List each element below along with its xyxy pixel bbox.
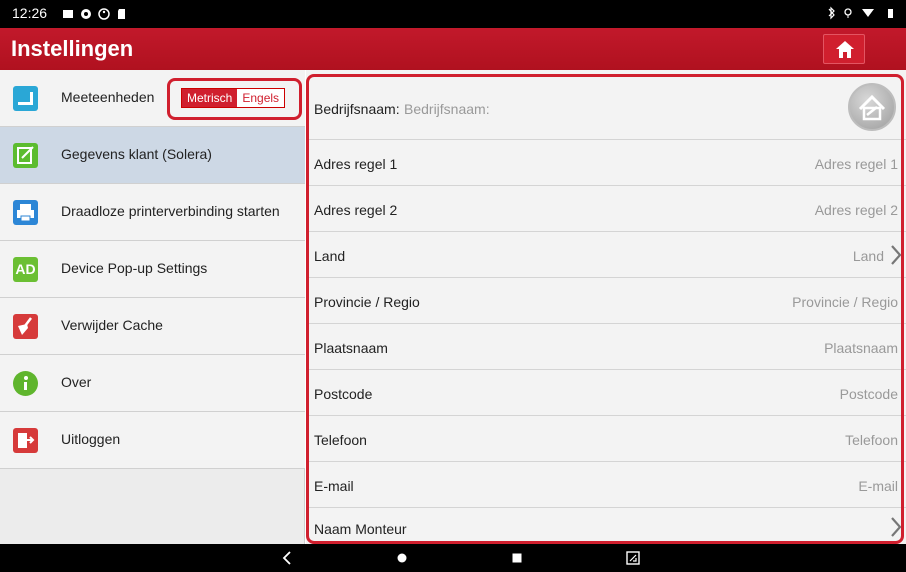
ruler-icon (13, 86, 38, 111)
bluetooth-icon (828, 6, 835, 20)
sidebar-item-customer-data[interactable]: Gegevens klant (Solera) (0, 127, 305, 184)
message-icon (62, 7, 74, 19)
wifi-icon (862, 9, 874, 17)
phone-row[interactable]: Telefoon Telefoon (306, 416, 906, 462)
edit-icon (13, 143, 38, 168)
postcode-input[interactable]: Postcode (840, 386, 898, 402)
battery-icon (888, 9, 893, 18)
company-name-row[interactable]: Bedrijfsnaam: Bedrijfsnaam: (306, 70, 906, 140)
technician-name-row[interactable]: Naam Monteur (306, 508, 906, 544)
sidebar-item-label: Device Pop-up Settings (61, 260, 208, 276)
info-icon (13, 371, 38, 396)
sidebar-item-label: Draadloze printerverbinding starten (61, 203, 280, 219)
postcode-label: Postcode (314, 386, 373, 402)
sidebar-item-printer[interactable]: Draadloze printerverbinding starten (0, 184, 305, 241)
country-row[interactable]: Land Land (306, 232, 906, 278)
company-name-input[interactable]: Bedrijfsnaam: (404, 101, 490, 117)
sidebar-item-clear-cache[interactable]: Verwijder Cache (0, 298, 305, 355)
address-line-2-row[interactable]: Adres regel 2 Adres regel 2 (306, 186, 906, 232)
location-icon (844, 8, 852, 18)
postcode-row[interactable]: Postcode Postcode (306, 370, 906, 416)
page-title: Instellingen (11, 36, 134, 61)
chevron-right-icon (891, 517, 902, 537)
home-circle-icon[interactable] (397, 553, 407, 563)
province-row[interactable]: Provincie / Regio Provincie / Regio (306, 278, 906, 324)
address-line-1-input[interactable]: Adres regel 1 (815, 156, 898, 172)
sidebar-item-logout[interactable]: Uitloggen (0, 412, 305, 469)
sidebar-item-label: Verwijder Cache (61, 317, 163, 333)
address-line-2-input[interactable]: Adres regel 2 (815, 202, 898, 218)
sidebar-item-popup-settings[interactable]: AD Device Pop-up Settings (0, 241, 305, 298)
country-input[interactable]: Land (853, 248, 884, 264)
sd-card-icon (116, 7, 128, 19)
back-icon[interactable] (282, 551, 292, 565)
country-label: Land (314, 248, 346, 264)
units-imperial-option[interactable]: Engels (237, 89, 285, 107)
phone-label: Telefoon (314, 432, 367, 448)
logout-icon (13, 428, 38, 453)
home-icon (836, 41, 854, 58)
province-label: Provincie / Regio (314, 294, 420, 310)
shield-icon (80, 7, 92, 19)
chevron-right-icon (891, 245, 902, 265)
status-right-icons (826, 6, 896, 23)
province-input[interactable]: Provincie / Regio (792, 294, 898, 310)
units-metric-option[interactable]: Metrisch (182, 89, 238, 107)
address-line-1-row[interactable]: Adres regel 1 Adres regel 1 (306, 140, 906, 186)
recents-icon[interactable] (512, 553, 522, 563)
city-label: Plaatsnaam (314, 340, 388, 356)
address-line-2-label: Adres regel 2 (314, 202, 398, 218)
broom-icon (13, 314, 38, 339)
home-button[interactable] (823, 34, 865, 64)
sidebar-item-units[interactable]: Meeteenheden Metrisch Engels (0, 70, 305, 127)
sidebar-item-label: Over (61, 374, 92, 390)
status-bar: 12:26 (0, 0, 906, 28)
app-header: Instellingen (0, 28, 906, 70)
email-row[interactable]: E-mail E-mail (306, 462, 906, 508)
status-time: 12:26 (12, 5, 48, 21)
company-name-label: Bedrijfsnaam: (314, 101, 400, 117)
tools-settings-icon[interactable] (848, 83, 896, 131)
ad-icon: AD (13, 257, 38, 282)
system-nav-bar (0, 544, 906, 572)
sidebar-item-about[interactable]: Over (0, 355, 305, 412)
address-line-1-label: Adres regel 1 (314, 156, 398, 172)
printer-icon (13, 200, 38, 225)
phone-input[interactable]: Telefoon (845, 432, 898, 448)
city-row[interactable]: Plaatsnaam Plaatsnaam (306, 324, 906, 370)
email-input[interactable]: E-mail (858, 478, 898, 494)
email-label: E-mail (314, 478, 354, 494)
screenshot-icon[interactable] (626, 551, 640, 565)
sidebar-item-label: Meeteenheden (61, 89, 155, 105)
units-toggle[interactable]: Metrisch Engels (181, 88, 286, 108)
sidebar-item-label: Uitloggen (61, 431, 121, 447)
technician-name-label: Naam Monteur (314, 521, 407, 537)
accessibility-icon (98, 7, 110, 20)
city-input[interactable]: Plaatsnaam (824, 340, 898, 356)
sidebar-item-label: Gegevens klant (Solera) (61, 146, 212, 162)
